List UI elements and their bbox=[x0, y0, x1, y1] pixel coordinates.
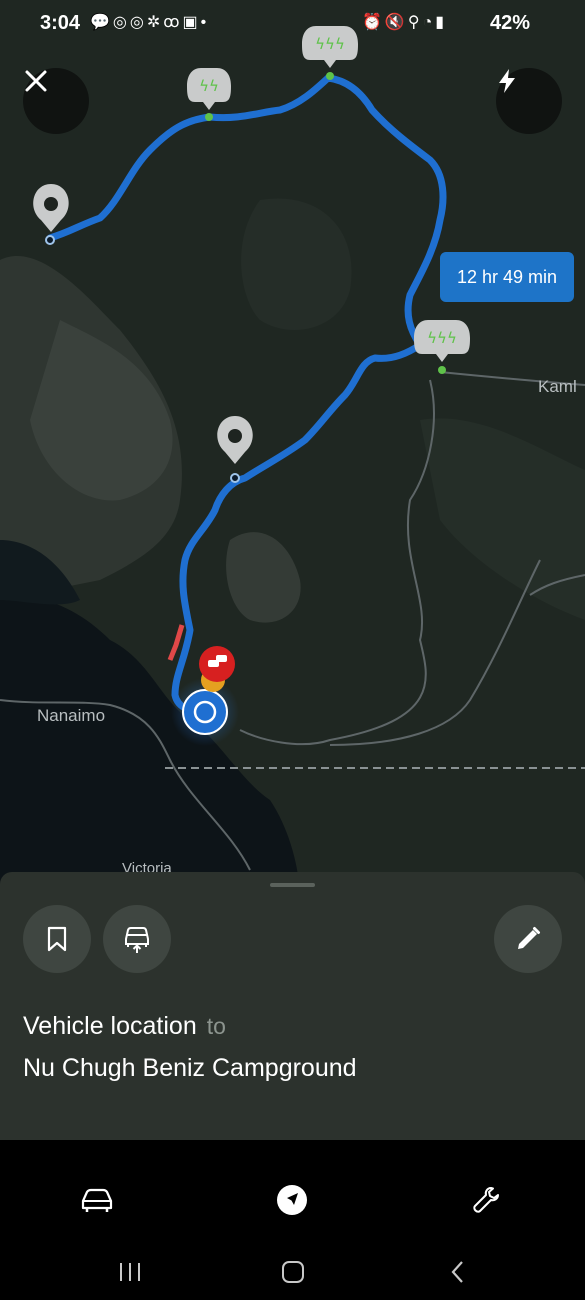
nav-service-button[interactable] bbox=[467, 1180, 507, 1220]
car-icon bbox=[81, 1188, 113, 1212]
back-icon bbox=[451, 1261, 463, 1283]
nav-navigation-button[interactable] bbox=[272, 1180, 312, 1220]
bottom-nav bbox=[0, 1140, 585, 1250]
map-view[interactable]: ϟϟ ϟϟϟ ϟϟϟ 3:04 💬◎◎✲ꝏ▣• ⏰🔇⚲◔▮ 42% Nanaim… bbox=[0, 0, 585, 900]
close-icon bbox=[25, 70, 47, 92]
charger-dot bbox=[326, 72, 334, 80]
trip-destination: Nu Chugh Beniz Campground bbox=[23, 1054, 357, 1082]
navigation-icon bbox=[277, 1185, 307, 1215]
svg-text:ϟϟ: ϟϟ bbox=[199, 77, 219, 95]
nav-vehicle-button[interactable] bbox=[77, 1180, 117, 1220]
notification-icons: 💬◎◎✲ꝏ▣• bbox=[90, 14, 210, 31]
trip-connector: to bbox=[206, 1013, 226, 1039]
send-to-vehicle-button[interactable] bbox=[103, 905, 171, 973]
map-canvas[interactable]: ϟϟ ϟϟϟ ϟϟϟ bbox=[0, 0, 585, 900]
status-bar: 3:04 💬◎◎✲ꝏ▣• ⏰🔇⚲◔▮ 42% bbox=[0, 0, 585, 50]
close-button[interactable] bbox=[23, 68, 89, 134]
waypoint-dot bbox=[230, 473, 240, 483]
bookmark-icon bbox=[47, 926, 67, 952]
trip-duration: 12 hr 49 min bbox=[456, 266, 558, 287]
edit-trip-button[interactable] bbox=[494, 905, 562, 973]
lightning-icon bbox=[499, 69, 515, 93]
charging-filter-button[interactable] bbox=[496, 68, 562, 134]
system-status-icons: ⏰🔇⚲◔▮ bbox=[362, 14, 448, 31]
battery-level: 42% bbox=[490, 12, 531, 34]
back-button[interactable] bbox=[438, 1252, 478, 1292]
city-label: Nanaimo bbox=[37, 706, 106, 725]
recents-button[interactable] bbox=[110, 1252, 150, 1292]
charger-dot bbox=[438, 366, 446, 374]
trip-origin-line: Vehicle location to bbox=[23, 1012, 226, 1041]
pencil-icon bbox=[518, 927, 540, 949]
sheet-handle[interactable] bbox=[270, 883, 315, 887]
send-to-car-icon bbox=[125, 927, 149, 953]
home-icon bbox=[282, 1261, 304, 1283]
waypoint-dot bbox=[45, 235, 55, 245]
save-trip-button[interactable] bbox=[23, 905, 91, 973]
svg-text:ϟϟϟ: ϟϟϟ bbox=[427, 329, 457, 347]
system-nav-bar bbox=[0, 1240, 585, 1300]
home-button[interactable] bbox=[273, 1252, 313, 1292]
wrench-icon bbox=[473, 1187, 499, 1213]
current-location-icon[interactable] bbox=[182, 689, 228, 735]
status-time: 3:04 bbox=[40, 12, 81, 34]
trip-duration-badge[interactable]: 12 hr 49 min bbox=[440, 252, 574, 302]
trip-sheet[interactable]: Vehicle location to Nu Chugh Beniz Campgr… bbox=[0, 872, 585, 1140]
trip-origin: Vehicle location bbox=[23, 1012, 197, 1040]
city-label: Kaml bbox=[538, 377, 577, 396]
recents-icon bbox=[120, 1263, 140, 1281]
charger-dot bbox=[205, 113, 213, 121]
